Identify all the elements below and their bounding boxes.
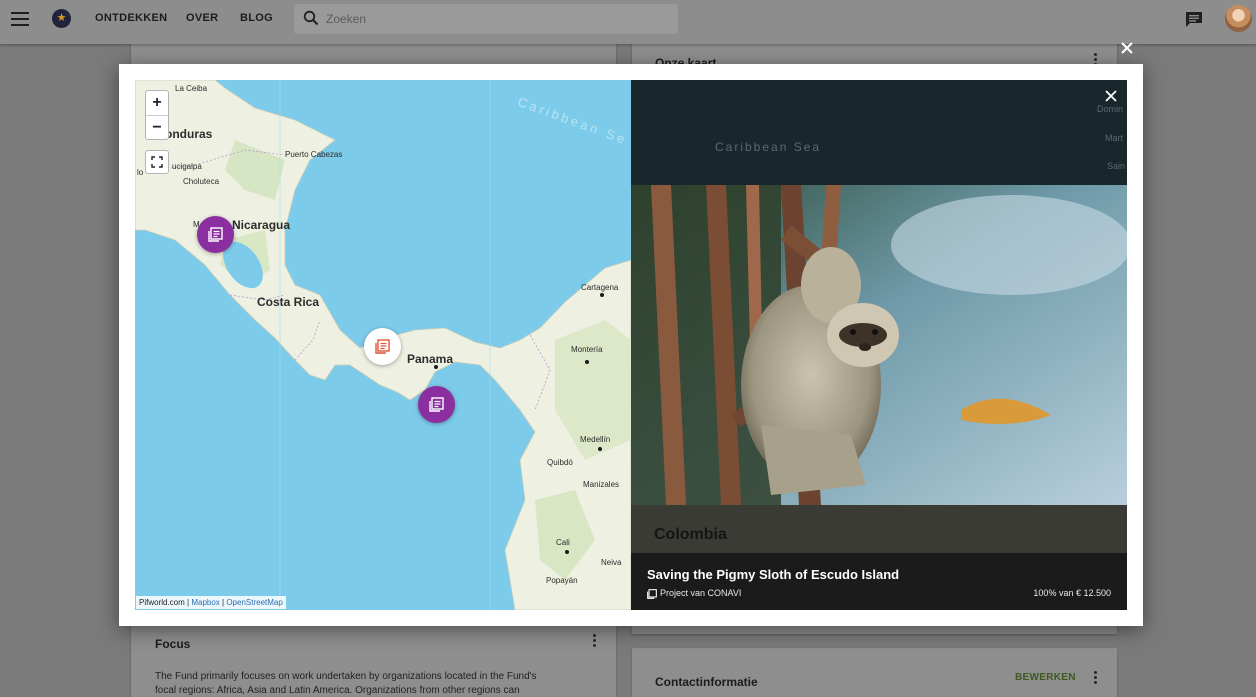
projects-icon bbox=[429, 397, 444, 412]
search-input[interactable] bbox=[326, 4, 666, 34]
map-view[interactable]: Caribbean Se La Ceiba onduras Puerto Cab… bbox=[135, 80, 631, 610]
map-label-honduras: onduras bbox=[165, 127, 213, 141]
project-marker-panama[interactable] bbox=[418, 386, 455, 423]
bg-card-focus: Focus The Fund primarily focuses on work… bbox=[131, 626, 616, 697]
map-label-tegucigalpa: ucigalpa bbox=[172, 162, 202, 171]
attribution-mapbox-link[interactable]: Mapbox bbox=[191, 598, 219, 607]
map-city-dot bbox=[434, 365, 438, 369]
projects-icon bbox=[375, 339, 390, 354]
avatar[interactable] bbox=[1225, 5, 1252, 32]
panel-bg-sain: Sain bbox=[1107, 161, 1126, 171]
map-city-dot bbox=[565, 550, 569, 554]
app-logo[interactable]: ★ bbox=[52, 9, 71, 28]
map-label-choluteca: Choluteca bbox=[183, 177, 220, 186]
map-label-cartagena: Cartagena bbox=[581, 283, 619, 292]
map-label-popayan: Popayán bbox=[546, 576, 578, 585]
search-icon[interactable] bbox=[303, 10, 319, 26]
modal-close-icon[interactable] bbox=[1119, 40, 1135, 56]
map-label-nicaragua: Nicaragua bbox=[232, 218, 291, 232]
sloth-photo-illustration bbox=[631, 185, 1127, 505]
map-city-dot bbox=[585, 360, 589, 364]
map-label-medellin: Medellín bbox=[580, 435, 611, 444]
project-detail-panel: Caribbean Sea Domin Mart Sain Colombia S… bbox=[631, 80, 1127, 610]
country-label: Colombia bbox=[654, 526, 727, 543]
contact-menu-icon[interactable] bbox=[1094, 671, 1098, 685]
panel-bg-mart: Mart bbox=[1105, 133, 1123, 143]
chat-icon[interactable] bbox=[1185, 11, 1203, 28]
fullscreen-button[interactable] bbox=[145, 150, 169, 174]
panel-bg-caribbean: Caribbean Sea bbox=[715, 140, 822, 154]
project-marker-selected[interactable] bbox=[364, 328, 401, 365]
funding-progress: 100% van € 12.500 bbox=[1033, 588, 1111, 598]
map-city-dot bbox=[598, 447, 602, 451]
search-box bbox=[294, 4, 678, 34]
focus-text-line-1: The Fund primarily focuses on work under… bbox=[155, 671, 537, 682]
panel-bg-domin: Domin bbox=[1097, 104, 1124, 114]
map-label-puerto-cabezas: Puerto Cabezas bbox=[285, 150, 343, 159]
contact-title: Contactinformatie bbox=[655, 675, 758, 689]
projects-icon bbox=[647, 589, 657, 599]
focus-title: Focus bbox=[155, 637, 191, 651]
project-marker-nicaragua[interactable] bbox=[197, 216, 234, 253]
map-label-manizales: Manizales bbox=[583, 480, 620, 489]
bg-card-contact: Contactinformatie BEWERKEN bbox=[632, 648, 1117, 697]
project-photo[interactable] bbox=[631, 185, 1127, 505]
map-city-dot bbox=[600, 293, 604, 297]
map-modal: Caribbean Se La Ceiba onduras Puerto Cab… bbox=[119, 64, 1143, 626]
map-label-costa-rica: Costa Rica bbox=[257, 295, 320, 309]
contact-edit-button[interactable]: BEWERKEN bbox=[1015, 672, 1076, 683]
zoom-control: + − bbox=[145, 90, 169, 140]
map-label-neiva: Neiva bbox=[601, 558, 622, 567]
top-app-bar: ★ ONTDEKKEN OVER BLOG bbox=[0, 0, 1256, 44]
nav-ontdekken[interactable]: ONTDEKKEN bbox=[95, 12, 167, 24]
attribution-pifworld: Pifworld.com bbox=[139, 598, 185, 607]
map-label-cali: Cali bbox=[556, 538, 570, 547]
focus-menu-icon[interactable] bbox=[593, 634, 597, 648]
map-label-monteria: Montería bbox=[571, 345, 603, 354]
map-label-left-edge: lo bbox=[137, 168, 144, 177]
zoom-in-button[interactable]: + bbox=[146, 91, 168, 115]
map-label-la-ceiba: La Ceiba bbox=[175, 84, 208, 93]
attribution-osm-link[interactable]: OpenStreetMap bbox=[226, 598, 282, 607]
projects-icon bbox=[208, 227, 223, 242]
menu-icon[interactable] bbox=[11, 12, 29, 26]
fullscreen-icon bbox=[151, 156, 163, 168]
nav-blog[interactable]: BLOG bbox=[240, 12, 273, 24]
map-attribution: Pifworld.com | Mapbox | OpenStreetMap bbox=[136, 596, 286, 609]
map-label-panama: Panama bbox=[407, 352, 454, 366]
panel-close-icon[interactable] bbox=[1104, 89, 1118, 103]
zoom-out-button[interactable]: − bbox=[146, 115, 168, 139]
project-owner: Project van CONAVI bbox=[660, 588, 742, 598]
nav-over[interactable]: OVER bbox=[186, 12, 218, 24]
focus-text-line-2: focal regions: Africa, Asia and Latin Am… bbox=[155, 685, 520, 696]
project-title[interactable]: Saving the Pigmy Sloth of Escudo Island bbox=[647, 567, 899, 582]
project-info-bar[interactable]: Saving the Pigmy Sloth of Escudo Island … bbox=[631, 553, 1127, 610]
map-label-quibdo: Quibdó bbox=[547, 458, 573, 467]
